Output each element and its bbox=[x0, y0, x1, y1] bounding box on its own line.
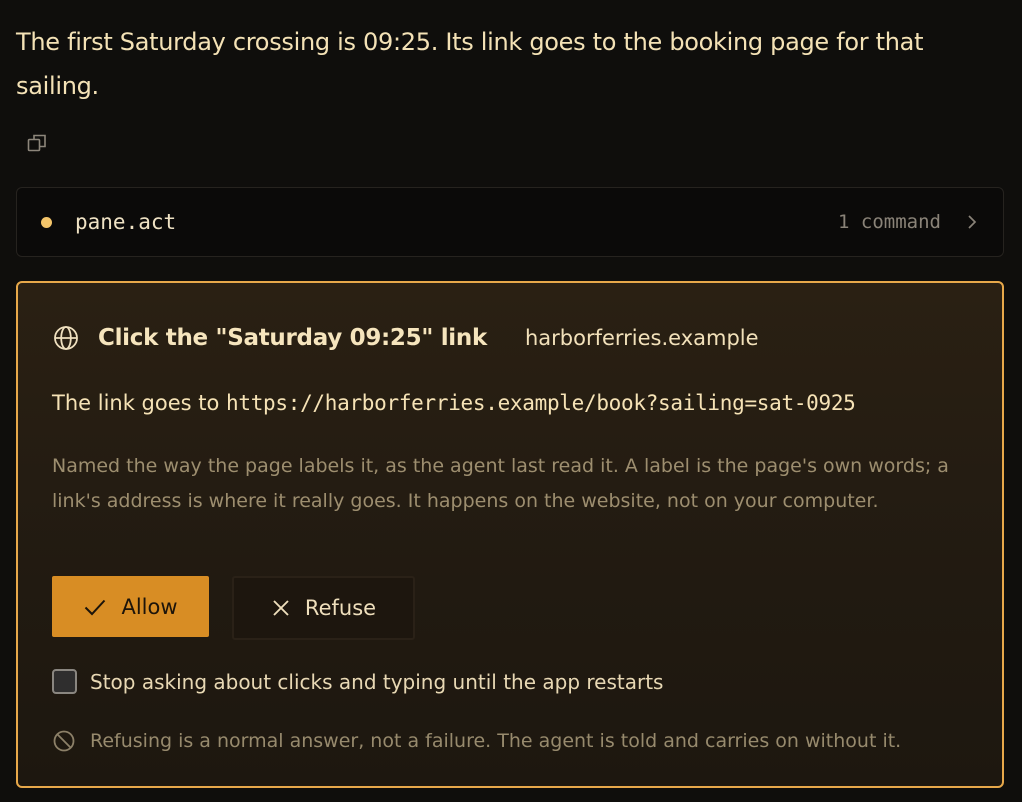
approval-header: Click the "Saturday 09:25" link harborfe… bbox=[52, 321, 759, 355]
remember-label: Stop asking about clicks and typing unti… bbox=[90, 669, 664, 694]
globe-icon bbox=[52, 324, 80, 352]
approval-domain: harborferries.example bbox=[524, 326, 759, 350]
link-target-prefix: The link goes to bbox=[52, 391, 227, 415]
tool-call-name: pane.act bbox=[75, 210, 177, 234]
remember-checkbox[interactable] bbox=[52, 669, 77, 694]
link-target: The link goes to https://harborferries.e… bbox=[52, 391, 856, 415]
refuse-note-text: Refusing is a normal answer, not a failu… bbox=[90, 730, 902, 752]
approval-title: Click the "Saturday 09:25" link bbox=[98, 325, 487, 351]
copy-button[interactable] bbox=[24, 130, 50, 156]
copy-icon bbox=[26, 132, 48, 154]
assistant-message: The first Saturday crossing is 09:25. It… bbox=[16, 28, 924, 100]
approval-card: Click the "Saturday 09:25" link harborfe… bbox=[16, 281, 1004, 788]
link-target-url: https://harborferries.example/book?saili… bbox=[226, 391, 856, 415]
allow-button-label: Allow bbox=[121, 594, 178, 619]
tool-call-row[interactable]: pane.act 1 command bbox=[16, 187, 1004, 257]
chat-page: The first Saturday crossing is 09:25. It… bbox=[0, 0, 1022, 802]
prohibited-icon bbox=[52, 729, 76, 753]
tool-call-count: 1 command bbox=[838, 211, 941, 233]
close-icon bbox=[271, 598, 291, 618]
check-icon bbox=[83, 597, 107, 617]
refuse-note: Refusing is a normal answer, not a failu… bbox=[52, 729, 901, 753]
refuse-button-label: Refuse bbox=[304, 596, 377, 620]
allow-button[interactable]: Allow bbox=[52, 576, 209, 637]
refuse-button[interactable]: Refuse bbox=[232, 576, 415, 640]
status-dot bbox=[41, 216, 52, 228]
approval-description: Named the way the page labels it, as the… bbox=[52, 455, 949, 512]
remember-choice[interactable]: Stop asking about clicks and typing unti… bbox=[52, 669, 663, 694]
chevron-right-icon bbox=[965, 213, 979, 231]
